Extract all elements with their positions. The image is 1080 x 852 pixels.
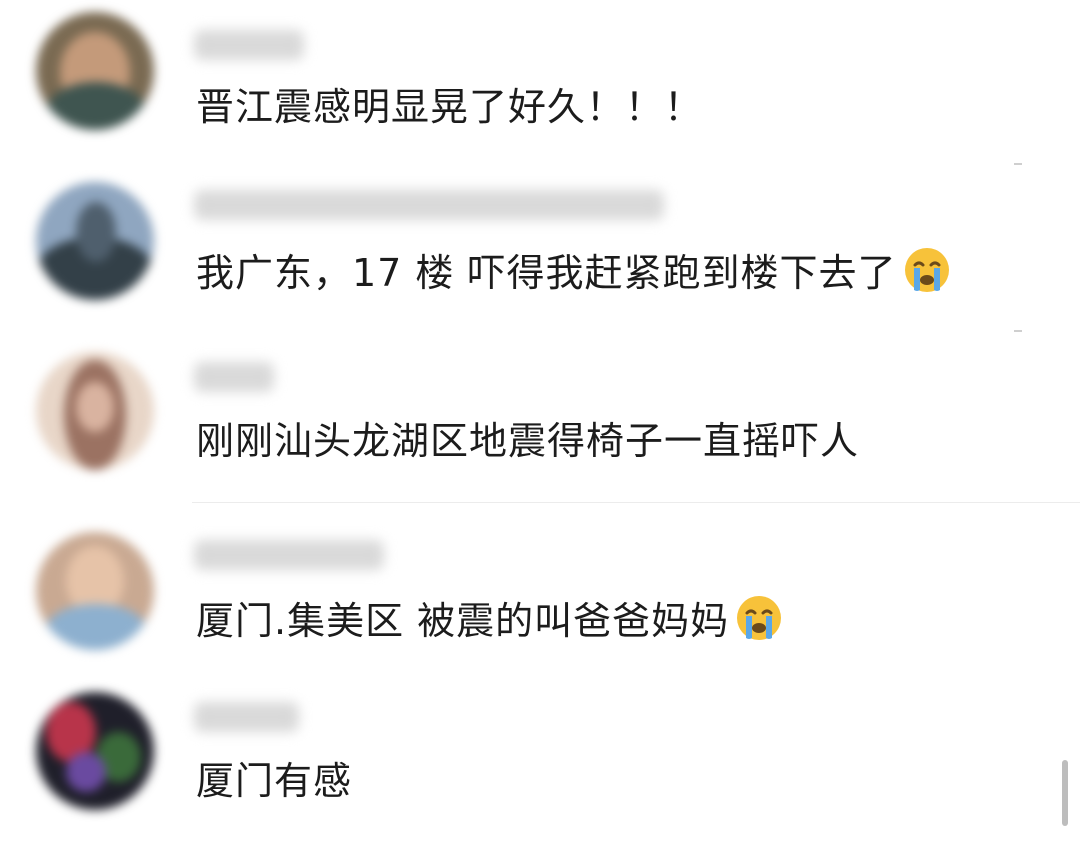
comment-item[interactable]: 刚刚汕头龙湖区地震得椅子一直摇吓人 [0, 340, 1080, 510]
username-blurred[interactable] [194, 540, 384, 570]
comment-text: 刚刚汕头龙湖区地震得椅子一直摇吓人 [196, 416, 859, 466]
username-blurred[interactable] [194, 190, 664, 220]
divider-mark [1014, 163, 1022, 165]
username-blurred[interactable] [194, 702, 299, 732]
scrollbar[interactable] [1062, 760, 1068, 826]
comment-text-content: 刚刚汕头龙湖区地震得椅子一直摇吓人 [196, 419, 860, 463]
avatar[interactable] [36, 352, 154, 470]
comment-text-content: 厦门有感 [196, 759, 353, 803]
comment-text-content: 我广东，17 楼 吓得我赶紧跑到楼下去了 [196, 251, 897, 295]
comment-list: 晋江震感明显晃了好久！！！ 我广东，17 楼 吓得我赶紧跑到楼下去了 刚刚汕头龙… [0, 0, 1080, 832]
loudly-crying-face-icon [735, 594, 783, 654]
comment-text-content: 晋江震感明显晃了好久！！！ [196, 85, 704, 129]
comment-item[interactable]: 厦门有感 [0, 682, 1080, 852]
loudly-crying-face-icon [903, 246, 951, 306]
divider-mark [1014, 330, 1022, 332]
comment-text: 厦门有感 [196, 756, 352, 806]
comment-item[interactable]: 厦门.集美区 被震的叫爸爸妈妈 [0, 512, 1080, 682]
comment-item[interactable]: 我广东，17 楼 吓得我赶紧跑到楼下去了 [0, 170, 1080, 340]
avatar[interactable] [36, 182, 154, 300]
avatar[interactable] [36, 532, 154, 650]
comment-text: 我广东，17 楼 吓得我赶紧跑到楼下去了 [196, 246, 951, 306]
username-blurred[interactable] [194, 362, 274, 392]
divider [192, 502, 1080, 503]
comment-text: 厦门.集美区 被震的叫爸爸妈妈 [196, 594, 783, 654]
comment-text-content: 厦门.集美区 被震的叫爸爸妈妈 [196, 599, 730, 643]
comment-text: 晋江震感明显晃了好久！！！ [196, 82, 703, 132]
username-blurred[interactable] [194, 30, 304, 60]
avatar[interactable] [36, 12, 154, 130]
avatar[interactable] [36, 692, 154, 810]
comment-item[interactable]: 晋江震感明显晃了好久！！！ [0, 0, 1080, 170]
